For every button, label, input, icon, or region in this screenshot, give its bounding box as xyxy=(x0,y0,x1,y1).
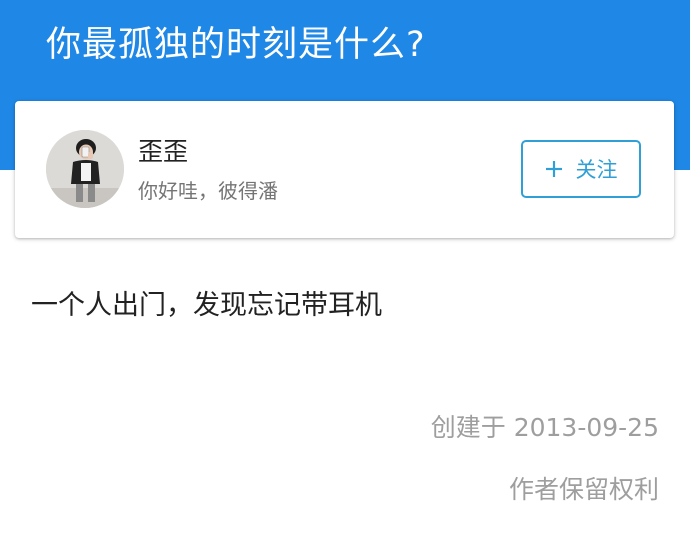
author-card: 歪歪 你好哇，彼得潘 关注 xyxy=(15,101,674,238)
follow-button-label: 关注 xyxy=(575,158,618,182)
answer-text: 一个人出门，发现忘记带耳机 xyxy=(31,290,382,321)
follow-button[interactable]: 关注 xyxy=(521,140,641,198)
author-name[interactable]: 歪歪 xyxy=(138,135,188,169)
avatar-photo-icon xyxy=(46,130,124,208)
question-title: 你最孤独的时刻是什么? xyxy=(46,25,426,65)
author-avatar[interactable] xyxy=(46,130,124,208)
created-date: 创建于 2013-09-25 xyxy=(430,413,659,442)
copyright-note: 作者保留权利 xyxy=(508,475,659,504)
plus-icon xyxy=(545,161,562,177)
author-bio: 你好哇，彼得潘 xyxy=(138,179,278,203)
